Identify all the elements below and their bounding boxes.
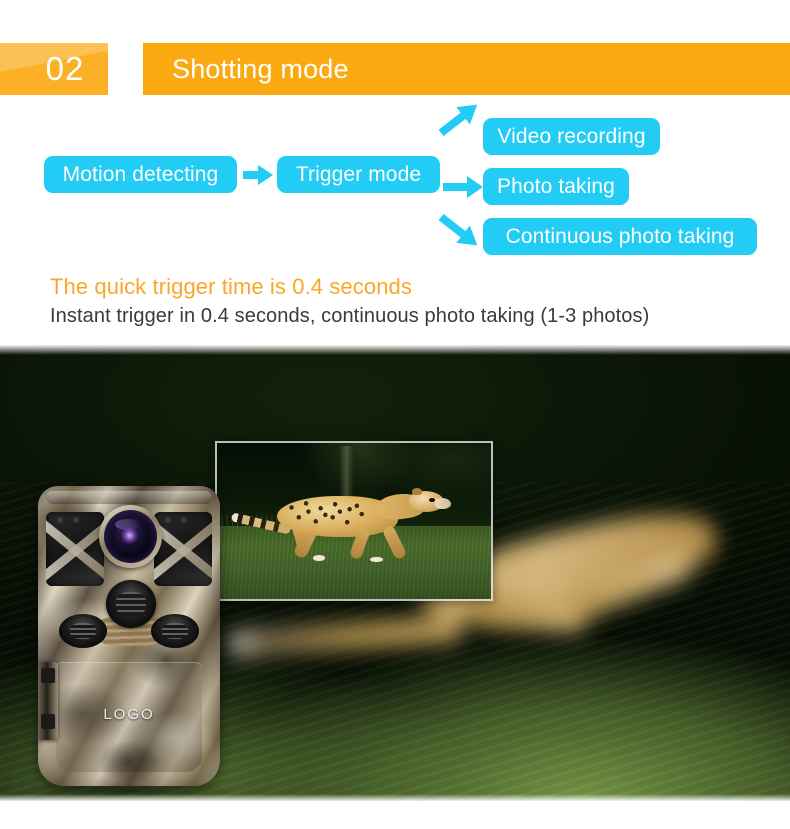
- cheetah-ear: [411, 488, 423, 496]
- product-photo: LOGO: [0, 345, 790, 801]
- latch-pin: [41, 668, 55, 683]
- flow-node-photo-taking: Photo taking: [483, 168, 629, 205]
- flow-node-label: Trigger mode: [295, 162, 422, 186]
- latch-pin: [41, 714, 55, 729]
- flow-node-motion-detecting: Motion detecting: [44, 156, 237, 193]
- camera-front-door: LOGO: [56, 662, 202, 772]
- ir-led-dots: [162, 517, 204, 523]
- captured-scene: [217, 443, 491, 599]
- lens-flare: [121, 527, 138, 544]
- sensor-grill: [70, 623, 96, 639]
- flow-node-label: Photo taking: [497, 174, 615, 198]
- trail-camera: LOGO: [24, 486, 234, 801]
- arrow-down-right-icon: [434, 208, 485, 255]
- camera-top-ridge: [46, 491, 212, 504]
- flow-node-label: Video recording: [497, 124, 646, 148]
- cheetah-paw: [312, 555, 326, 561]
- ir-led-panel: [46, 512, 104, 586]
- flow-diagram: Motion detecting Trigger mode Video reco…: [0, 0, 790, 270]
- flow-node-label: Continuous photo taking: [505, 224, 735, 248]
- feature-headline: The quick trigger time is 0.4 seconds: [50, 274, 412, 299]
- flow-node-video-recording: Video recording: [483, 118, 660, 155]
- sensor-grill: [162, 623, 188, 639]
- camera-body: LOGO: [38, 486, 220, 786]
- cheetah-leg: [382, 524, 409, 561]
- blurred-cheetah-tail: [227, 615, 464, 658]
- flow-node-continuous-photo-taking: Continuous photo taking: [483, 218, 757, 255]
- cheetah-eye: [429, 497, 436, 502]
- camera-lens-icon: [104, 510, 157, 563]
- flow-node-label: Motion detecting: [62, 162, 219, 186]
- photo-top-fade: [0, 345, 790, 355]
- infographic-page: 02 Shotting mode Motion detecting Trigge…: [0, 0, 790, 829]
- flow-node-trigger-mode: Trigger mode: [277, 156, 440, 193]
- cheetah-muzzle: [434, 498, 452, 510]
- cheetah-paw: [370, 556, 383, 563]
- pir-sensor: [59, 614, 107, 648]
- single-shot-frame: [215, 441, 493, 601]
- cheetah: [217, 443, 491, 599]
- camera-lens-ring: [99, 505, 162, 568]
- motion-sensor: [106, 580, 156, 628]
- sensor-grill: [116, 592, 146, 616]
- camera-logo: LOGO: [103, 706, 155, 723]
- ir-led-panel: [154, 512, 212, 586]
- arrow-right-icon: [243, 163, 273, 187]
- photo-bottom-fade: [0, 794, 790, 801]
- camera-latch: [38, 662, 58, 740]
- arrow-right-icon: [443, 175, 483, 199]
- feature-description: Instant trigger in 0.4 seconds, continuo…: [50, 305, 650, 327]
- pir-sensor: [151, 614, 199, 648]
- ir-led-dots: [54, 517, 96, 523]
- arrow-up-right-icon: [434, 95, 485, 142]
